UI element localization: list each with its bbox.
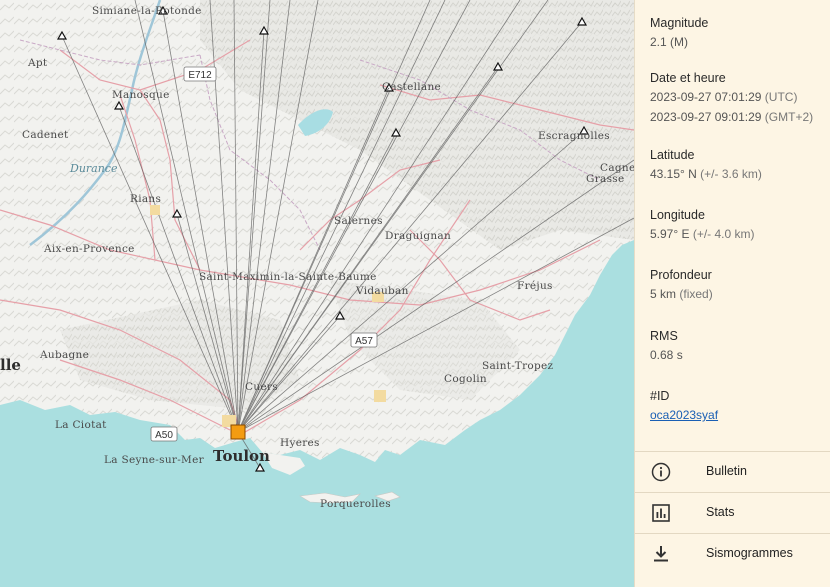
urban-area bbox=[150, 205, 160, 215]
longitude-field: Longitude 5.97° E (+/- 4.0 km) bbox=[650, 206, 755, 244]
event-id-link[interactable]: oca2023syaf bbox=[650, 405, 718, 425]
sismogrammes-label: Sismogrammes bbox=[706, 546, 793, 560]
longitude-label: Longitude bbox=[650, 208, 705, 222]
magnitude-label: Magnitude bbox=[650, 16, 709, 30]
place-label: Porquerolles bbox=[320, 498, 391, 510]
place-label: Manosque bbox=[112, 89, 170, 101]
id-label: #ID bbox=[650, 389, 670, 403]
sismogrammes-button[interactable]: Sismogrammes bbox=[635, 534, 830, 574]
place-label: lle bbox=[0, 356, 21, 374]
road-shield-e712: E712 bbox=[183, 66, 217, 82]
datetime-label: Date et heure bbox=[650, 71, 726, 85]
river-label: Durance bbox=[69, 162, 118, 175]
rms-label: RMS bbox=[650, 329, 678, 343]
svg-text:A57: A57 bbox=[355, 336, 373, 347]
rms-value: 0.68 s bbox=[650, 348, 683, 362]
place-label: Simiane-la-Rotonde bbox=[92, 5, 202, 17]
depth-value: 5 km (fixed) bbox=[650, 287, 713, 301]
place-label: Rians bbox=[130, 193, 161, 205]
place-label: Cadenet bbox=[22, 129, 69, 141]
latitude-label: Latitude bbox=[650, 148, 695, 162]
datetime-field: Date et heure 2023-09-27 07:01:29 (UTC) … bbox=[650, 69, 813, 127]
place-label-toulon: Toulon bbox=[213, 447, 270, 465]
place-label: Vidauban bbox=[355, 285, 409, 297]
place-label: Castellane bbox=[382, 81, 441, 93]
info-icon bbox=[651, 462, 671, 482]
place-label: Cogolin bbox=[444, 373, 487, 385]
bar-chart-icon bbox=[652, 504, 670, 522]
map[interactable]: E712 A57 A50 Simiane-la-Rotonde Apt Mano… bbox=[0, 0, 634, 587]
datetime-local: 2023-09-27 09:01:29 (GMT+2) bbox=[650, 110, 814, 124]
place-label: Draguignan bbox=[385, 230, 451, 242]
latitude-field: Latitude 43.15° N (+/- 3.6 km) bbox=[650, 146, 762, 184]
id-field: #ID oca2023syaf bbox=[650, 387, 718, 425]
svg-text:E712: E712 bbox=[188, 70, 212, 81]
road-shield-a50: A50 bbox=[150, 426, 178, 442]
urban-area bbox=[374, 390, 386, 402]
stats-button[interactable]: Stats bbox=[635, 493, 830, 533]
place-label: Aix-en-Provence bbox=[43, 243, 135, 255]
bulletin-button[interactable]: Bulletin bbox=[635, 452, 830, 492]
place-label: Saint-Maximin-la-Sainte-Baume bbox=[199, 271, 377, 283]
place-label: Hyeres bbox=[280, 437, 320, 449]
place-label: Aubagne bbox=[39, 349, 89, 361]
magnitude-field: Magnitude 2.1 (M) bbox=[650, 14, 708, 52]
bulletin-label: Bulletin bbox=[706, 464, 747, 478]
place-label: Apt bbox=[27, 57, 48, 69]
depth-label: Profondeur bbox=[650, 268, 712, 282]
depth-field: Profondeur 5 km (fixed) bbox=[650, 266, 713, 304]
svg-text:A50: A50 bbox=[155, 430, 173, 441]
place-label: Salernes bbox=[334, 215, 383, 227]
latitude-value: 43.15° N (+/- 3.6 km) bbox=[650, 167, 762, 181]
place-label: La Seyne-sur-Mer bbox=[104, 454, 205, 466]
place-label: Grasse bbox=[586, 173, 624, 185]
download-icon bbox=[654, 546, 668, 562]
place-label: Saint-Tropez bbox=[482, 360, 554, 372]
place-label: La Ciotat bbox=[55, 419, 107, 431]
rms-field: RMS 0.68 s bbox=[650, 327, 683, 365]
stats-label: Stats bbox=[706, 505, 735, 519]
place-label: Fréjus bbox=[517, 280, 553, 292]
event-details-panel: Magnitude 2.1 (M) Date et heure 2023-09-… bbox=[634, 0, 830, 587]
place-label: Cuers bbox=[245, 381, 278, 393]
datetime-utc: 2023-09-27 07:01:29 (UTC) bbox=[650, 90, 798, 104]
magnitude-value: 2.1 (M) bbox=[650, 35, 689, 49]
epicenter-marker[interactable] bbox=[230, 424, 246, 440]
longitude-value: 5.97° E (+/- 4.0 km) bbox=[650, 227, 755, 241]
place-label: Escragnolles bbox=[538, 130, 610, 142]
road-shield-a57: A57 bbox=[350, 332, 378, 348]
